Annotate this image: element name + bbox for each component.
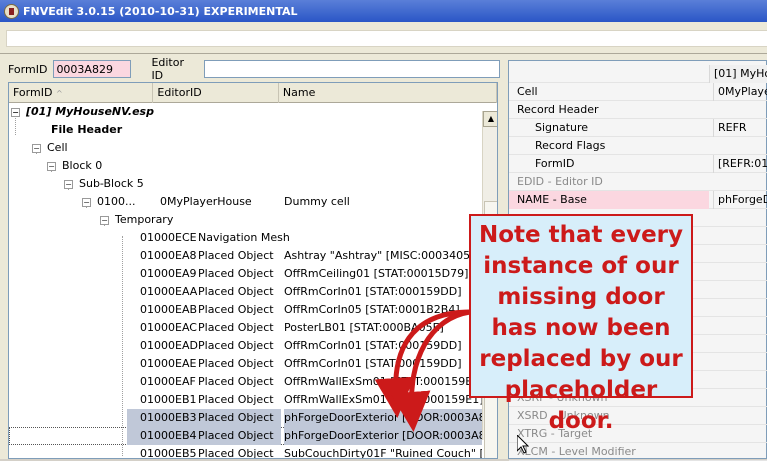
table-row[interactable]: 01000EA9 Placed Object OffRmCeiling01 [STA… xyxy=(9,265,482,283)
table-row[interactable]: 01000EAD Placed Object OffRmCorIn01 [STAT:… xyxy=(9,337,482,355)
table-row[interactable]: 01000EA8 Placed Object Ashtray "Ashtray" [… xyxy=(9,247,482,265)
annotation-callout: Note that every instance of our missing … xyxy=(469,214,693,434)
tree-node-block[interactable]: − Block 0 xyxy=(9,157,482,175)
tree-node-cell-record[interactable]: −0100... 0MyPlayerHouse Dummy cell xyxy=(9,193,482,211)
table-row[interactable]: 01000EAF Placed Object OffRmWallExSm01 [ST… xyxy=(9,373,482,391)
collapse-icon[interactable]: − xyxy=(64,179,73,189)
table-row[interactable]: 01000EAA Placed Object OffRmCorIn01 [STAT:… xyxy=(9,283,482,301)
mouse-cursor-icon xyxy=(517,435,529,454)
tree-node-temporary[interactable]: − Temporary xyxy=(9,211,482,229)
table-row[interactable]: 01000ECE Navigation Mesh xyxy=(9,229,482,247)
table-row[interactable]: 01000EB1 Placed Object OffRmWallExSm01 [ST… xyxy=(9,391,482,409)
toolbar-strip xyxy=(6,30,767,47)
record-row[interactable]: EDID - Editor ID xyxy=(509,173,767,191)
table-row[interactable]: 01000EAB Placed Object OffRmCorIn05 [STAT:… xyxy=(9,301,482,319)
app-icon xyxy=(4,3,19,19)
tree-node-subblock[interactable]: − Sub-Block 5 xyxy=(9,175,482,193)
record-row[interactable]: Signature REFR xyxy=(509,119,767,137)
collapse-icon[interactable]: − xyxy=(32,143,41,153)
record-row[interactable]: Record Header xyxy=(509,101,767,119)
record-row[interactable]: XTRG - Target xyxy=(509,425,767,443)
window-title: FNVEdit 3.0.15 (2010-10-31) EXPERIMENTAL xyxy=(23,4,298,18)
collapse-icon[interactable]: − xyxy=(11,107,20,117)
record-row[interactable]: XSRD - Unknown xyxy=(509,407,767,425)
tree-header: FormID ^ EditorID Name xyxy=(9,83,497,103)
cell-editorid: 0MyPlayerHouse xyxy=(160,195,252,208)
table-row[interactable]: 01000EAC Placed Object PosterLB01 [STAT:00… xyxy=(9,319,482,337)
cell-name: Dummy cell xyxy=(284,195,350,208)
record-grid-header: [01] MyHou xyxy=(509,65,767,83)
record-row[interactable]: Record Flags xyxy=(509,137,767,155)
table-row[interactable]: 01000EAE Placed Object OffRmCorIn01 [STAT:… xyxy=(9,355,482,373)
filter-bar: FormID Editor ID xyxy=(0,54,500,84)
table-row-selected[interactable]: 01000EB4 Placed Object phForgeDoorExterior… xyxy=(9,427,482,445)
collapse-icon[interactable]: − xyxy=(47,161,56,171)
tree-node-plugin[interactable]: − [01] MyHouseNV.esp xyxy=(9,103,482,121)
formid-label: FormID xyxy=(8,62,48,76)
formid-input[interactable] xyxy=(53,60,132,78)
column-header-editorid[interactable]: EditorID xyxy=(153,83,279,103)
editorid-input[interactable] xyxy=(204,60,500,78)
collapse-icon[interactable]: − xyxy=(82,197,91,207)
table-row-highlighted[interactable]: 01000EB3 Placed Object phForgeDoorExterior… xyxy=(9,409,482,427)
record-row[interactable]: NAME - BasephForgeDo xyxy=(509,191,767,209)
record-row[interactable]: FormID[REFR:010 xyxy=(509,155,767,173)
scroll-up-icon[interactable]: ▲ xyxy=(483,111,497,127)
column-header-plugin[interactable]: [01] MyHou xyxy=(709,65,767,83)
tree-node-file-header[interactable]: File Header xyxy=(9,121,482,139)
record-row[interactable]: XLCM - Level Modifier xyxy=(509,443,767,461)
table-row[interactable]: 01000EB5 Placed Object SubCouchDirty01F "R… xyxy=(9,445,482,458)
toolbar xyxy=(0,22,767,54)
cell-formid: 0100... xyxy=(97,195,136,208)
navigation-pane: FormID Editor ID FormID ^ EditorID Name … xyxy=(0,54,500,459)
record-row[interactable]: Cell0MyPlayer xyxy=(509,83,767,101)
column-header-formid[interactable]: FormID ^ xyxy=(9,83,154,103)
sort-indicator: ^ xyxy=(55,89,63,98)
collapse-icon[interactable]: − xyxy=(100,215,109,225)
editorid-label: Editor ID xyxy=(151,56,184,82)
record-tree[interactable]: FormID ^ EditorID Name − [01] MyHouseNV.e… xyxy=(8,82,498,459)
title-bar: FNVEdit 3.0.15 (2010-10-31) EXPERIMENTAL xyxy=(0,0,767,22)
tree-node-cell[interactable]: − Cell xyxy=(9,139,482,157)
column-header-name[interactable]: Name xyxy=(279,83,497,103)
